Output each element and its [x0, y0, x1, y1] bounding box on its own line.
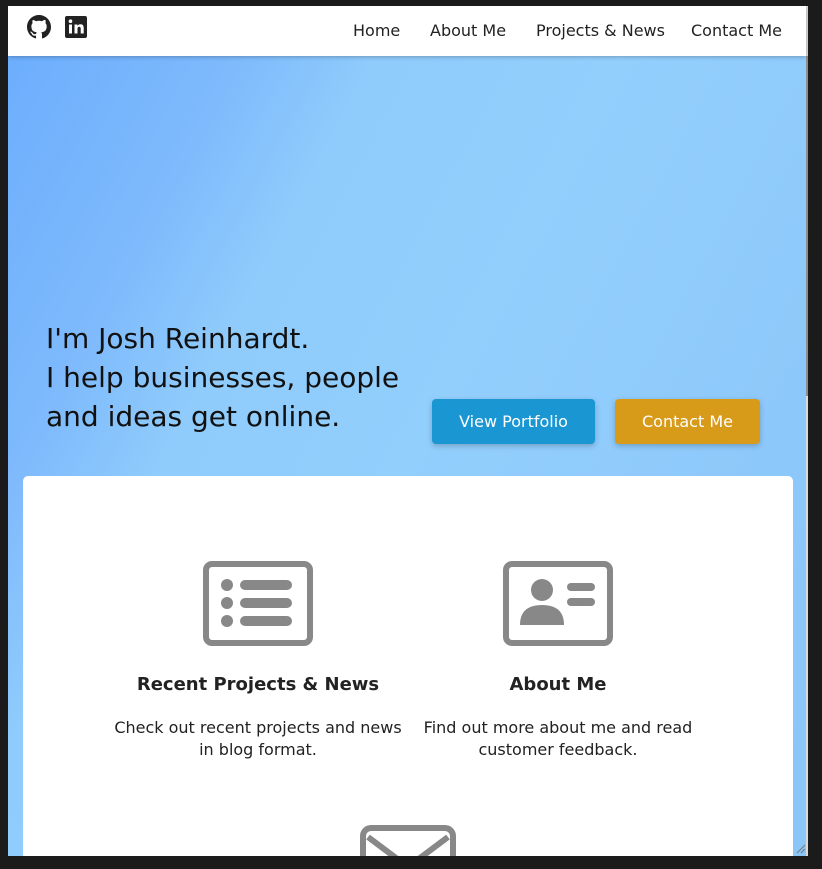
feature-about[interactable]: About Me Find out more about me and read…: [408, 561, 708, 761]
view-portfolio-button[interactable]: View Portfolio: [432, 399, 595, 444]
resize-grip-icon[interactable]: [796, 844, 806, 854]
envelope-icon[interactable]: [360, 825, 456, 856]
hero-line: I'm Josh Reinhardt.: [46, 322, 310, 355]
features-card: Recent Projects & News Check out recent …: [23, 476, 793, 856]
nav-about-me[interactable]: About Me: [430, 21, 506, 40]
id-card-icon: [503, 561, 613, 646]
navbar: Home About Me Projects & News Contact Me: [8, 6, 806, 56]
github-icon[interactable]: [27, 15, 51, 39]
list-card-icon: [203, 561, 313, 646]
feature-text: Check out recent projects and news in bl…: [114, 718, 402, 759]
hero-headline: I'm Josh Reinhardt. I help businesses, p…: [46, 319, 399, 436]
feature-title: About Me: [509, 674, 607, 695]
linkedin-icon[interactable]: [64, 15, 88, 39]
nav-home[interactable]: Home: [353, 21, 400, 40]
nav-contact-me[interactable]: Contact Me: [691, 21, 782, 40]
hero-line: and ideas get online.: [46, 400, 341, 433]
feature-text: Find out more about me and read customer…: [423, 718, 693, 759]
contact-me-button[interactable]: Contact Me: [615, 399, 760, 444]
feature-projects[interactable]: Recent Projects & News Check out recent …: [108, 561, 408, 761]
nav-projects-news[interactable]: Projects & News: [536, 21, 665, 40]
hero-section: I'm Josh Reinhardt. I help businesses, p…: [8, 56, 806, 856]
hero-line: I help businesses, people: [46, 361, 400, 394]
browser-viewport: Home About Me Projects & News Contact Me…: [8, 6, 808, 856]
vertical-scrollbar[interactable]: [806, 6, 808, 856]
scrollbar-thumb[interactable]: [806, 56, 808, 396]
feature-title: Recent Projects & News: [136, 674, 380, 695]
